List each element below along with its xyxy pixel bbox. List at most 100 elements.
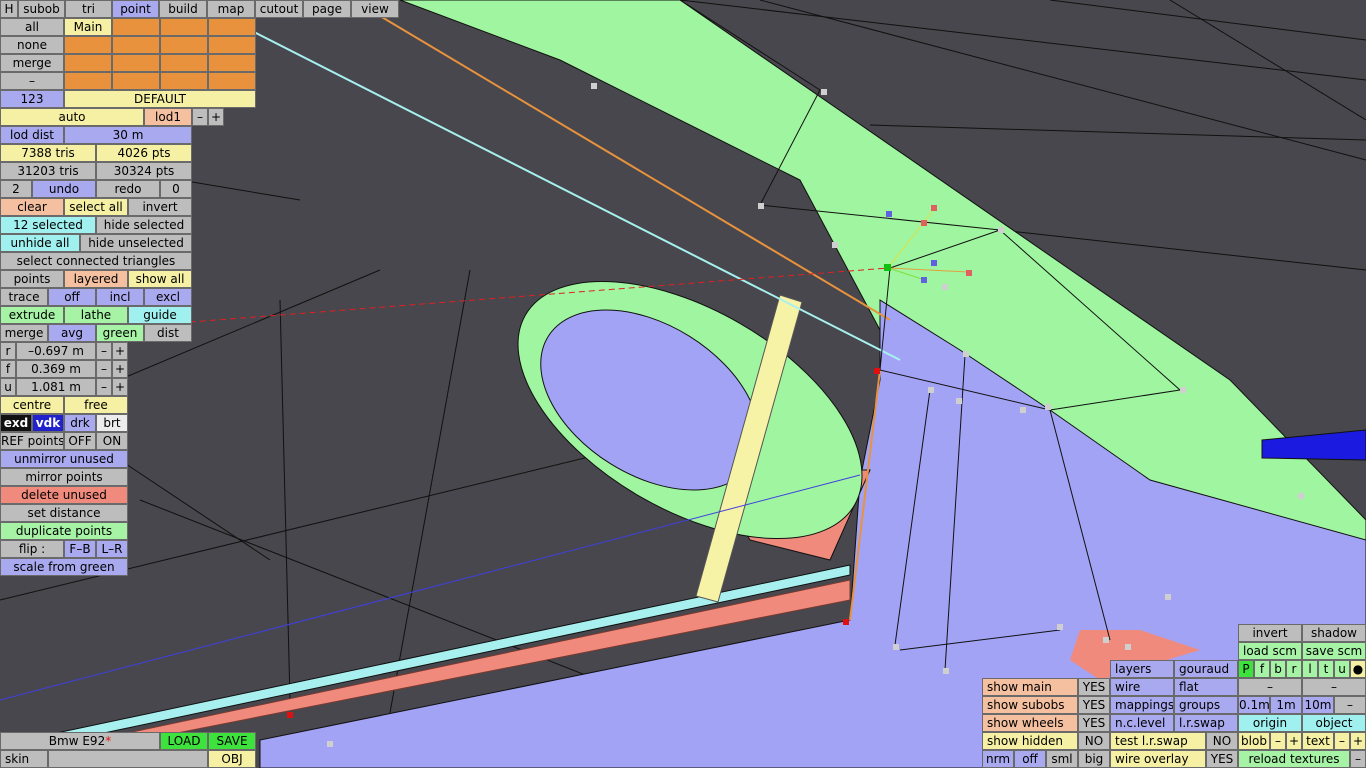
show-subobs-label[interactable]: show subobs [982,696,1078,714]
tab-page[interactable]: page [303,0,351,18]
layer-slot[interactable] [208,18,256,36]
flag-t-toggle[interactable]: t [1318,660,1334,678]
unmirror-unused-button[interactable]: unmirror unused [0,450,128,468]
hide-unselected-button[interactable]: hide unselected [80,234,192,252]
tab-view[interactable]: view [351,0,399,18]
layer-slot[interactable] [64,54,112,72]
flip-lr-button[interactable]: L–R [96,540,128,558]
load-scm-button[interactable]: load scm [1238,642,1302,660]
lod-plus-button[interactable]: + [208,108,224,126]
normals-off-button[interactable]: off [1014,750,1046,768]
lod-dist-value[interactable]: 30 m [64,126,192,144]
load-button[interactable]: LOAD [160,732,208,750]
tab-point[interactable]: point [112,0,159,18]
ref-points-on[interactable]: ON [96,432,128,450]
layer-slot[interactable] [208,72,256,90]
clear-button[interactable]: clear [0,198,64,216]
lod-minus-button[interactable]: – [192,108,208,126]
render-exd-button[interactable]: exd [0,414,32,432]
hide-selected-button[interactable]: hide selected [96,216,192,234]
coord-u-plus[interactable]: + [112,378,128,396]
coord-r-minus[interactable]: – [96,342,112,360]
lr-swap-button[interactable]: l.r.swap [1174,714,1238,732]
flag-b-toggle[interactable]: b [1270,660,1286,678]
wire-overlay-toggle[interactable]: YES [1206,750,1238,768]
layer-slot[interactable] [112,72,160,90]
test-lr-swap-label[interactable]: test l.r.swap [1110,732,1206,750]
render-drk-button[interactable]: drk [64,414,96,432]
merge-button[interactable]: merge [0,324,48,342]
unhide-all-button[interactable]: unhide all [0,234,80,252]
step-1m-button[interactable]: 1m [1270,696,1302,714]
scale-from-green-button[interactable]: scale from green [0,558,128,576]
layer-slot[interactable] [160,54,208,72]
merge-green-button[interactable]: green [96,324,144,342]
flag-p-toggle[interactable]: P [1238,660,1254,678]
extrude-button[interactable]: extrude [0,306,64,324]
layer-slot[interactable] [160,18,208,36]
model-name[interactable]: Bmw E92* [0,732,160,750]
mirror-points-button[interactable]: mirror points [0,468,128,486]
blob-minus-button[interactable]: – [1270,732,1286,750]
layer-slot[interactable] [64,36,112,54]
minus-button-left[interactable]: – [1238,678,1302,696]
tab-cutout[interactable]: cutout [255,0,303,18]
flag-l-toggle[interactable]: l [1302,660,1318,678]
undo-button[interactable]: undo [32,180,96,198]
layers-all-button[interactable]: all [0,18,64,36]
show-wheels-label[interactable]: show wheels [982,714,1078,732]
coord-f-plus[interactable]: + [112,360,128,378]
lathe-button[interactable]: lathe [64,306,128,324]
blob-button[interactable]: blob [1238,732,1270,750]
render-brt-button[interactable]: brt [96,414,128,432]
layers-view-button[interactable]: layers [1110,660,1174,678]
tab-build[interactable]: build [159,0,207,18]
step-0-1m-button[interactable]: 0.1m [1238,696,1270,714]
show-main-toggle[interactable]: YES [1078,678,1110,696]
show-hidden-toggle[interactable]: NO [1078,732,1110,750]
minus-button-right[interactable]: – [1302,678,1366,696]
groups-button[interactable]: groups [1174,696,1238,714]
layered-button[interactable]: layered [64,270,128,288]
layer-slot[interactable] [112,36,160,54]
mappings-button[interactable]: mappings [1110,696,1174,714]
layer-slot[interactable] [64,72,112,90]
save-button[interactable]: SAVE [208,732,256,750]
save-scm-button[interactable]: save scm [1302,642,1366,660]
coord-u-field[interactable]: 1.081 m [16,378,96,396]
normals-big-button[interactable]: big [1078,750,1110,768]
flag-f-toggle[interactable]: f [1254,660,1270,678]
layer-default-button[interactable]: DEFAULT [64,90,256,108]
set-distance-button[interactable]: set distance [0,504,128,522]
layer-number-button[interactable]: 123 [0,90,64,108]
coord-f-minus[interactable]: – [96,360,112,378]
nc-level-button[interactable]: n.c.level [1110,714,1174,732]
obj-button[interactable]: OBJ [208,750,256,768]
trace-incl-button[interactable]: incl [96,288,144,306]
lod-level-button[interactable]: lod1 [144,108,192,126]
tab-subob[interactable]: subob [18,0,65,18]
layers-merge-button[interactable]: merge [0,54,64,72]
coord-u-minus[interactable]: – [96,378,112,396]
trace-off-button[interactable]: off [48,288,96,306]
dot-icon[interactable]: ● [1350,660,1366,678]
invert-selection-button[interactable]: invert [128,198,192,216]
wire-overlay-label[interactable]: wire overlay [1110,750,1206,768]
layer-slot[interactable] [160,72,208,90]
test-lr-swap-toggle[interactable]: NO [1206,732,1238,750]
free-button[interactable]: free [64,396,128,414]
trace-excl-button[interactable]: excl [144,288,192,306]
flat-button[interactable]: flat [1174,678,1238,696]
show-hidden-label[interactable]: show hidden [982,732,1078,750]
layers-dash-button[interactable]: – [0,72,64,90]
layer-slot[interactable] [112,54,160,72]
text-minus-button[interactable]: – [1334,732,1350,750]
normals-small-button[interactable]: sml [1046,750,1078,768]
shadow-button[interactable]: shadow [1302,624,1366,642]
gouraud-button[interactable]: gouraud [1174,660,1238,678]
coord-r-plus[interactable]: + [112,342,128,360]
show-main-label[interactable]: show main [982,678,1078,696]
select-all-button[interactable]: select all [64,198,128,216]
lod-auto-button[interactable]: auto [0,108,144,126]
ref-points-off[interactable]: OFF [64,432,96,450]
